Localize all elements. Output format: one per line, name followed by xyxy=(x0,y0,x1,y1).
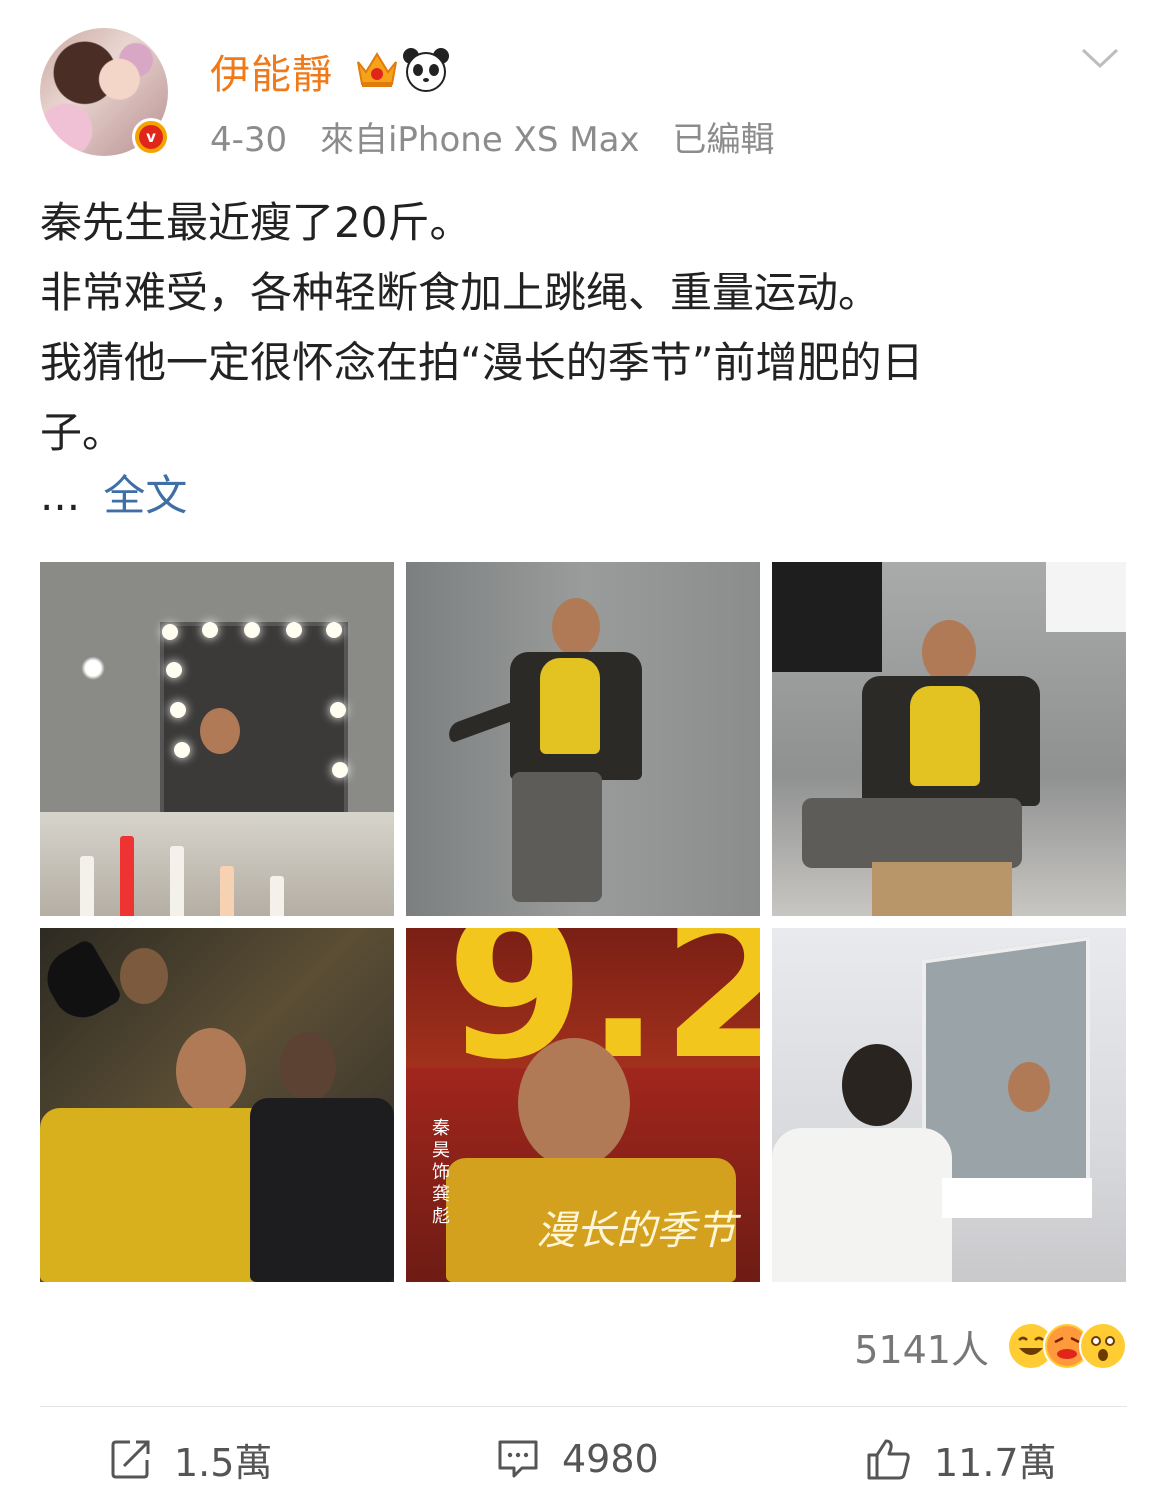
post-meta: 4-30 來自iPhone XS Max 已編輯 xyxy=(210,112,796,161)
person-head xyxy=(552,598,600,656)
chevron-down-icon[interactable] xyxy=(1080,46,1120,70)
photo-makeup-mirror[interactable] xyxy=(40,562,394,916)
photo-poster[interactable]: 9.2 秦昊 饰 龚彪 漫长的季节 xyxy=(406,928,760,1282)
action-bar: 1.5萬 4980 11.7萬 xyxy=(40,1424,1127,1494)
poster-title: 漫长的季节 xyxy=(536,1208,736,1254)
verified-badge-icon: v xyxy=(132,118,170,156)
comment-button[interactable]: 4980 xyxy=(496,1424,659,1494)
bulb xyxy=(244,622,260,638)
bulb xyxy=(286,622,302,638)
makeup-table xyxy=(40,812,394,916)
bulb xyxy=(326,622,342,638)
mirror xyxy=(160,622,348,830)
person-sweater xyxy=(540,658,600,754)
photo-dressing-room[interactable] xyxy=(772,928,1126,1282)
photo-film-still[interactable] xyxy=(40,928,394,1282)
post-text-line: 子。 xyxy=(40,408,125,457)
person-pants xyxy=(512,772,602,902)
repost-button[interactable]: 1.5萬 xyxy=(110,1424,272,1494)
crown-icon[interactable] xyxy=(354,48,400,90)
bulb xyxy=(170,702,186,718)
more-line: ... 全文 xyxy=(40,462,187,523)
shoe xyxy=(40,937,124,1029)
divider xyxy=(40,1406,1127,1407)
panda-icon[interactable] xyxy=(402,46,450,92)
chair xyxy=(872,862,1012,916)
person-head xyxy=(1008,1062,1050,1112)
repost-count: 1.5萬 xyxy=(174,1440,273,1485)
person-pants xyxy=(802,798,1022,868)
like-count: 11.7萬 xyxy=(934,1440,1057,1485)
camera-equipment xyxy=(772,562,882,672)
bulb xyxy=(332,762,348,778)
person-head xyxy=(120,948,168,1004)
post-header: v 伊能靜 4-30 來自iPhone XS Max 已編輯 xyxy=(40,28,1130,161)
username[interactable]: 伊能靜 xyxy=(210,42,333,100)
surprised-emoji-icon xyxy=(1079,1322,1127,1370)
person-head xyxy=(200,708,240,754)
post-text: 秦先生最近瘦了20斤。 非常难受，各种轻断食加上跳绳、重量运动。 我猜他一定很怀… xyxy=(40,188,1120,468)
post-source: 來自iPhone XS Max xyxy=(319,120,640,160)
person-head xyxy=(842,1044,912,1126)
bulb xyxy=(174,742,190,758)
bulb xyxy=(202,622,218,638)
bottle xyxy=(170,846,184,916)
full-text-link[interactable]: 全文 xyxy=(103,471,187,520)
bottle xyxy=(120,836,134,916)
desk xyxy=(942,1178,1092,1218)
post-text-line: 非常难受，各种轻断食加上跳绳、重量运动。 xyxy=(40,268,881,317)
photo-grid: 9.2 秦昊 饰 龚彪 漫长的季节 xyxy=(40,562,1127,1282)
photo-sitting[interactable] xyxy=(772,562,1126,916)
thumbs-up-icon xyxy=(867,1439,910,1480)
person-head xyxy=(922,620,976,684)
ellipsis: ... xyxy=(40,471,81,520)
person-coat xyxy=(250,1098,394,1282)
person-shirt xyxy=(772,1128,952,1282)
repost-icon xyxy=(111,1440,150,1479)
like-button[interactable]: 11.7萬 xyxy=(866,1424,1057,1494)
comment-icon xyxy=(498,1440,538,1478)
person-sweater xyxy=(910,686,980,786)
window xyxy=(1046,562,1126,632)
reactions-count: 5141人 xyxy=(854,1327,989,1372)
bottle xyxy=(220,866,234,916)
person-head xyxy=(280,1032,336,1102)
post-text-line: 秦先生最近瘦了20斤。 xyxy=(40,198,472,247)
edited-label: 已編輯 xyxy=(672,120,775,160)
reactions-row[interactable]: 5141人 xyxy=(854,1318,1127,1374)
post-date: 4-30 xyxy=(210,120,288,160)
photo-dancing[interactable] xyxy=(406,562,760,916)
bottle xyxy=(270,876,284,916)
bulb xyxy=(166,662,182,678)
bulb xyxy=(162,624,178,640)
post-text-line: 我猜他一定很怀念在拍“漫长的季节”前增肥的日 xyxy=(40,338,924,387)
person-head xyxy=(176,1028,246,1114)
bottle xyxy=(80,856,94,916)
person-sweater xyxy=(40,1108,270,1282)
comment-count: 4980 xyxy=(562,1437,659,1481)
bulb xyxy=(330,702,346,718)
person-head xyxy=(518,1038,630,1168)
poster-vertical-text: 秦昊 饰 龚彪 xyxy=(432,1118,450,1227)
